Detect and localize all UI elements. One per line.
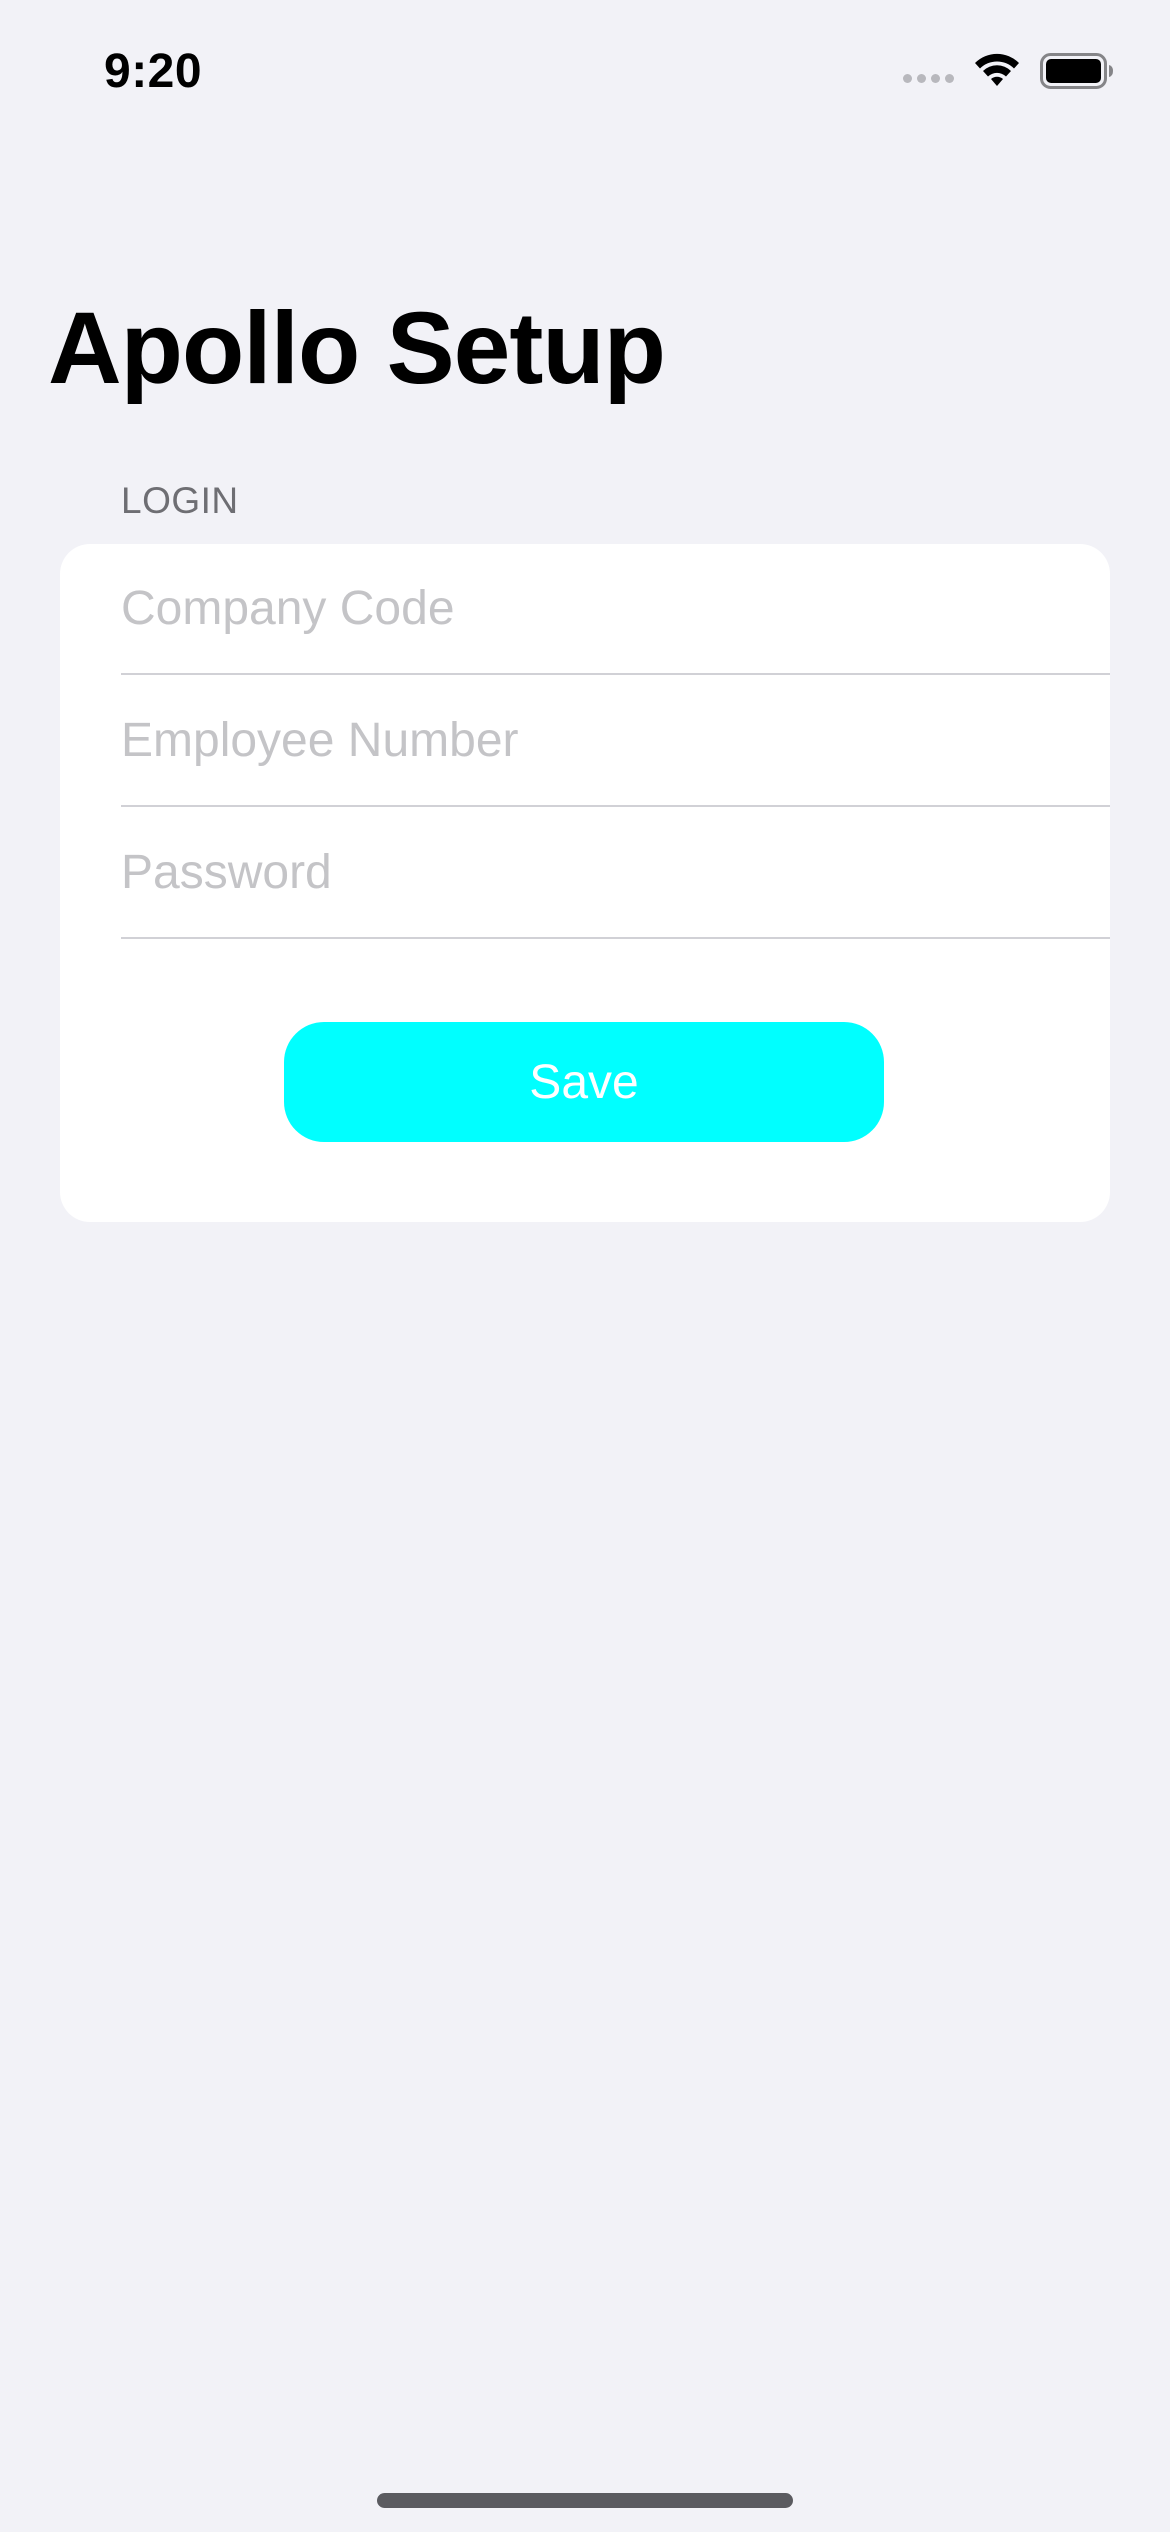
wifi-icon (975, 53, 1019, 86)
employee-number-row (121, 676, 1110, 807)
password-field[interactable] (121, 808, 1110, 937)
status-time: 9:20 (104, 45, 203, 98)
battery-icon (1040, 53, 1113, 89)
save-button[interactable]: Save (284, 1022, 884, 1142)
home-indicator[interactable] (377, 2493, 793, 2508)
company-code-field[interactable] (121, 544, 1110, 673)
employee-number-field[interactable] (121, 676, 1110, 805)
company-code-row (121, 544, 1110, 675)
cellular-signal-icon (903, 73, 954, 83)
status-bar: 9:20 (0, 0, 1170, 150)
page-title: Apollo Setup (48, 291, 666, 405)
section-header-login: LOGIN (121, 480, 239, 521)
login-form-card: Save (60, 544, 1110, 1222)
password-row (121, 808, 1110, 939)
status-icons (903, 52, 1114, 90)
